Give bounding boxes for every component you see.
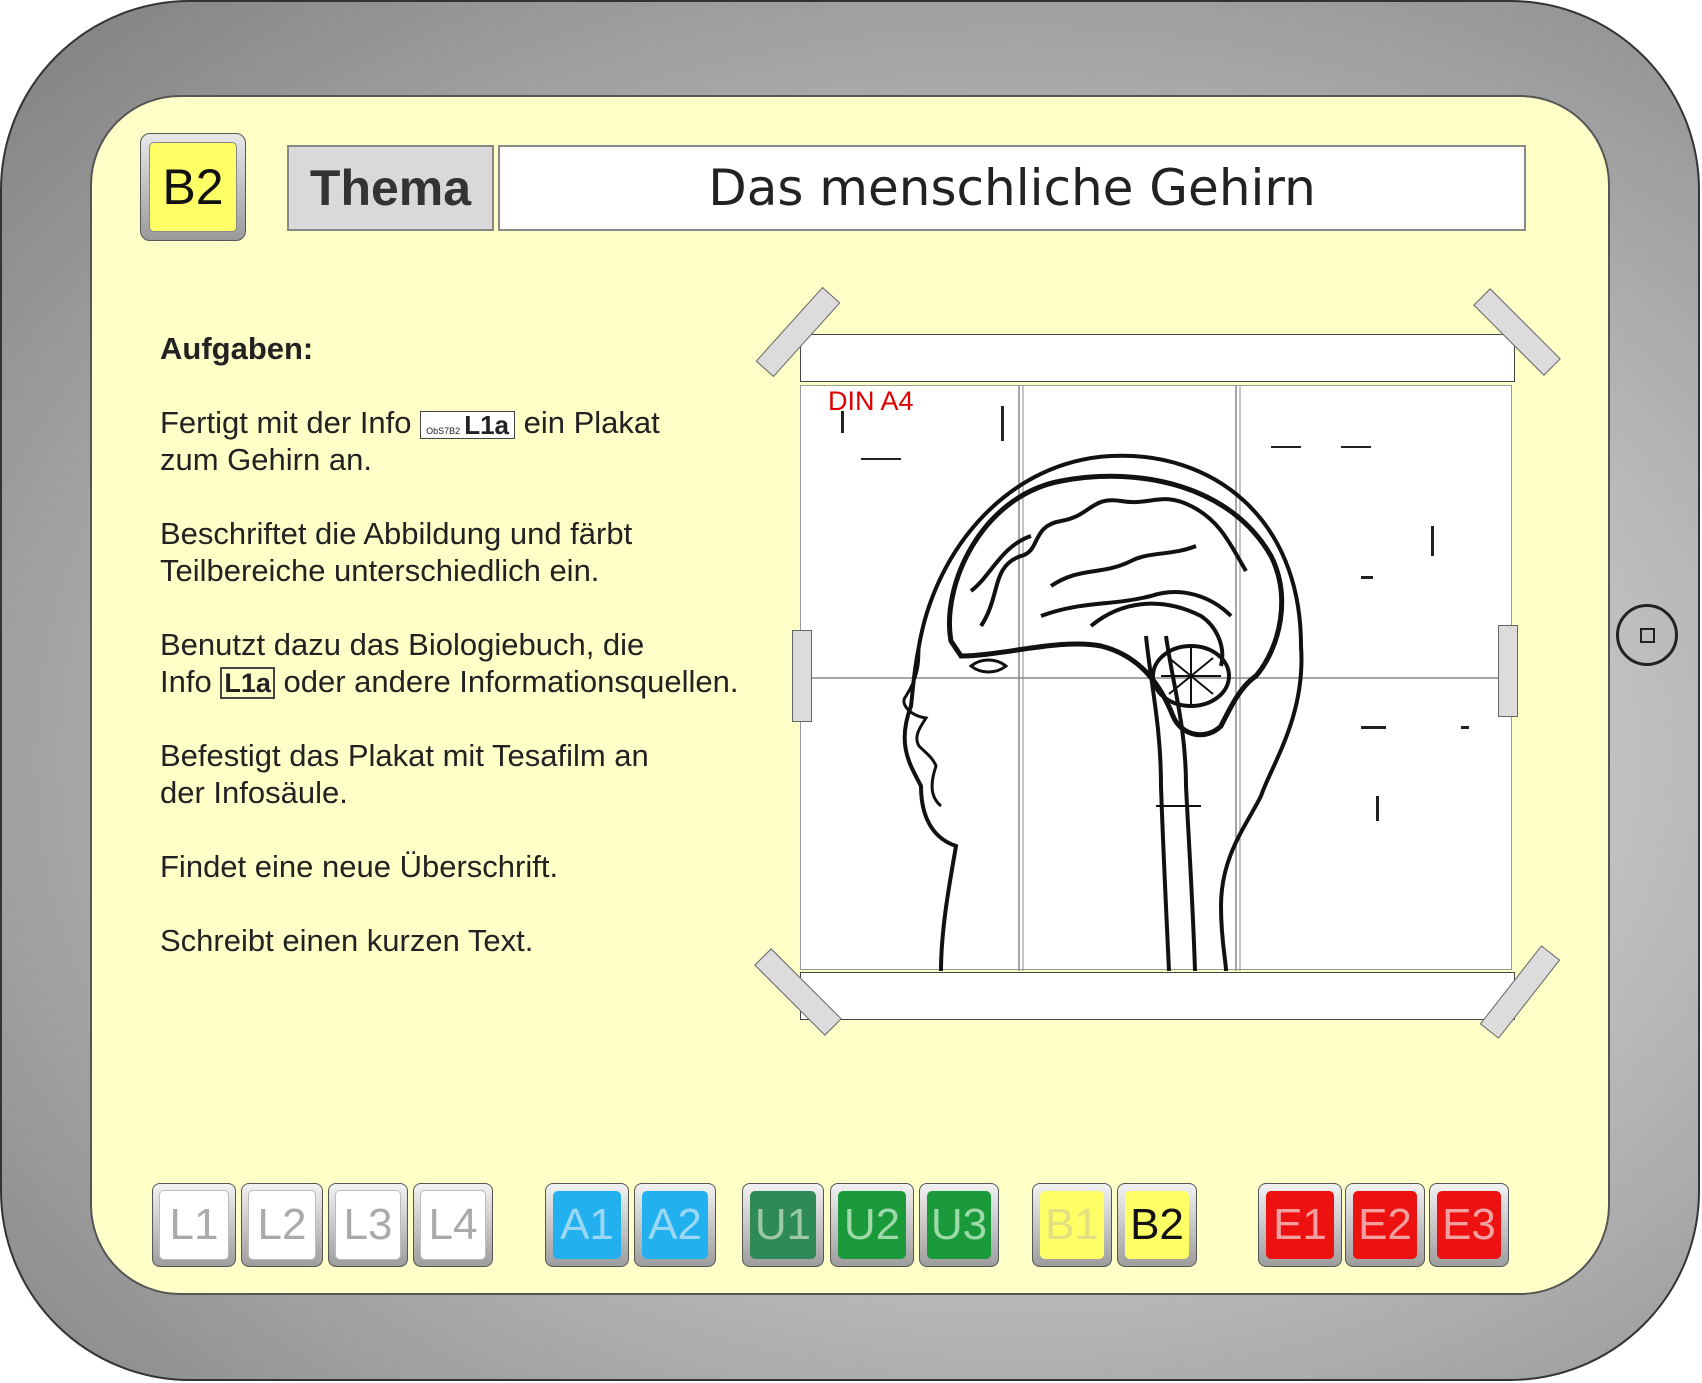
- task-4: Befestigt das Plakat mit Tesafilm an der…: [160, 738, 649, 810]
- poster-top-strip: [800, 334, 1515, 382]
- nav-button-u3[interactable]: U3: [919, 1183, 999, 1267]
- tape-middle-right: [1498, 625, 1518, 717]
- page-title: Das menschliche Gehirn: [498, 145, 1526, 231]
- info-ref-link-2[interactable]: L1a: [220, 667, 275, 699]
- home-button[interactable]: [1616, 604, 1678, 666]
- din-a4-label: DIN A4: [828, 386, 914, 416]
- nav-button-a2[interactable]: A2: [634, 1183, 716, 1267]
- nav-button-u2[interactable]: U2: [830, 1183, 914, 1267]
- nav-button-u1[interactable]: U1: [742, 1183, 824, 1267]
- nav-button-b1[interactable]: B1: [1032, 1183, 1112, 1267]
- task-6: Schreibt einen kurzen Text.: [160, 923, 534, 958]
- brain-head-drawing: [801, 386, 1513, 971]
- nav-button-e3[interactable]: E3: [1429, 1183, 1509, 1267]
- task-3: Benutzt dazu das Biologiebuch, die Info …: [160, 627, 739, 699]
- task-5: Findet eine neue Überschrift.: [160, 849, 559, 884]
- nav-button-l4[interactable]: L4: [413, 1183, 493, 1267]
- nav-button-b2[interactable]: B2: [1117, 1183, 1197, 1267]
- poster-bottom-strip: [800, 972, 1515, 1020]
- nav-button-l3[interactable]: L3: [328, 1183, 408, 1267]
- info-ref-link[interactable]: ObS7B2 L1a: [420, 410, 515, 439]
- nav-button-e2[interactable]: E2: [1345, 1183, 1425, 1267]
- level-badge-label: B2: [149, 142, 237, 232]
- task-list: Aufgaben: Fertigt mit der Info ObS7B2 L1a…: [160, 330, 780, 996]
- nav-button-l1[interactable]: L1: [152, 1183, 236, 1267]
- nav-button-a1[interactable]: A1: [545, 1183, 629, 1267]
- nav-button-l2[interactable]: L2: [241, 1183, 323, 1267]
- task-1: Fertigt mit der Info ObS7B2 L1a ein Plaka…: [160, 405, 660, 477]
- thema-label: Thema: [287, 145, 494, 231]
- tape-middle-left: [792, 630, 812, 722]
- square-icon: [1639, 627, 1655, 643]
- task-2: Beschriftet die Abbildung und färbt Teil…: [160, 516, 633, 588]
- poster-illustration: DIN A4: [754, 286, 1561, 1070]
- level-badge: B2: [140, 133, 246, 241]
- poster-sheet: [800, 385, 1513, 971]
- tasks-heading: Aufgaben:: [160, 331, 314, 366]
- nav-button-e1[interactable]: E1: [1258, 1183, 1342, 1267]
